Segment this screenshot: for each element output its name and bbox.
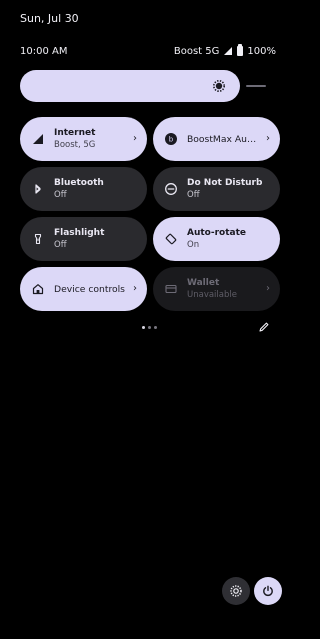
tile-title: Do Not Disturb [187,178,263,188]
page-dot [148,326,151,329]
tile-title: BoostMax Audio [187,133,260,145]
tile-subtitle: Boost, 5G [54,140,96,150]
tile-subtitle: Off [187,190,200,200]
tile-device-controls[interactable]: Device controls › [20,267,147,311]
power-icon [263,585,273,596]
status-bar: 10:00 AM Boost 5G 100% [20,44,276,58]
status-right: Boost 5G 100% [173,44,276,57]
tile-boostmax-text: BoostMax Audio [187,134,260,145]
tile-wallet: Wallet Unavailable › [153,267,280,311]
brightness-fill [20,70,240,102]
tile-boostmax-audio[interactable]: b BoostMax Audio › [153,117,280,161]
signal-icon [33,134,43,144]
page-dot-active [142,326,145,329]
page-dot [154,326,157,329]
status-date: Sun, Jul 30 [20,12,79,25]
tile-internet[interactable]: Internet Boost, 5G › [20,117,147,161]
tile-bluetooth-text: Bluetooth Off [54,178,137,200]
tile-flashlight-text: Flashlight Off [54,228,137,250]
chevron-right-icon: › [133,133,137,144]
brightness-track [246,85,266,87]
wallet-icon [165,284,177,294]
signal-icon [224,47,233,55]
settings-icon [230,585,242,597]
tile-title: Internet [54,128,96,138]
brightness-icon [213,80,225,92]
power-button[interactable] [254,577,282,605]
boost-icon: b [165,133,177,145]
quick-settings-grid: Internet Boost, 5G › b BoostMax Audio › … [20,117,280,311]
tile-dnd-text: Do Not Disturb Off [187,178,270,200]
flashlight-icon [34,233,42,245]
home-icon [32,284,44,295]
tile-subtitle: Off [54,240,67,250]
battery-icon [237,44,244,56]
tile-title: Device controls [54,283,125,295]
battery-level: 100% [247,45,276,57]
tile-device-controls-text: Device controls [54,284,127,295]
page-indicator[interactable] [142,326,157,329]
do-not-disturb-icon [165,183,177,195]
tile-auto-rotate[interactable]: Auto-rotate On [153,217,280,261]
tile-title: Bluetooth [54,178,104,188]
status-time: 10:00 AM [20,45,68,57]
tile-title: Auto-rotate [187,228,246,238]
edit-icon[interactable] [258,321,270,333]
svg-text:b: b [169,135,174,143]
carrier-label: Boost 5G [173,45,220,57]
tile-auto-rotate-text: Auto-rotate On [187,228,270,250]
tile-title: Wallet [187,278,220,288]
tile-subtitle: On [187,240,200,250]
tile-wallet-text: Wallet Unavailable [187,278,260,300]
tile-subtitle: Unavailable [187,290,237,300]
tile-internet-text: Internet Boost, 5G [54,128,127,150]
rotate-icon [165,233,177,245]
chevron-right-icon: › [266,283,270,294]
tile-subtitle: Off [54,190,67,200]
chevron-right-icon: › [133,283,137,294]
tile-bluetooth[interactable]: Bluetooth Off [20,167,147,211]
bluetooth-icon [35,184,41,194]
tile-do-not-disturb[interactable]: Do Not Disturb Off [153,167,280,211]
tile-flashlight[interactable]: Flashlight Off [20,217,147,261]
chevron-right-icon: › [266,133,270,144]
tile-title: Flashlight [54,228,105,238]
brightness-slider[interactable] [20,70,266,102]
settings-button[interactable] [222,577,250,605]
